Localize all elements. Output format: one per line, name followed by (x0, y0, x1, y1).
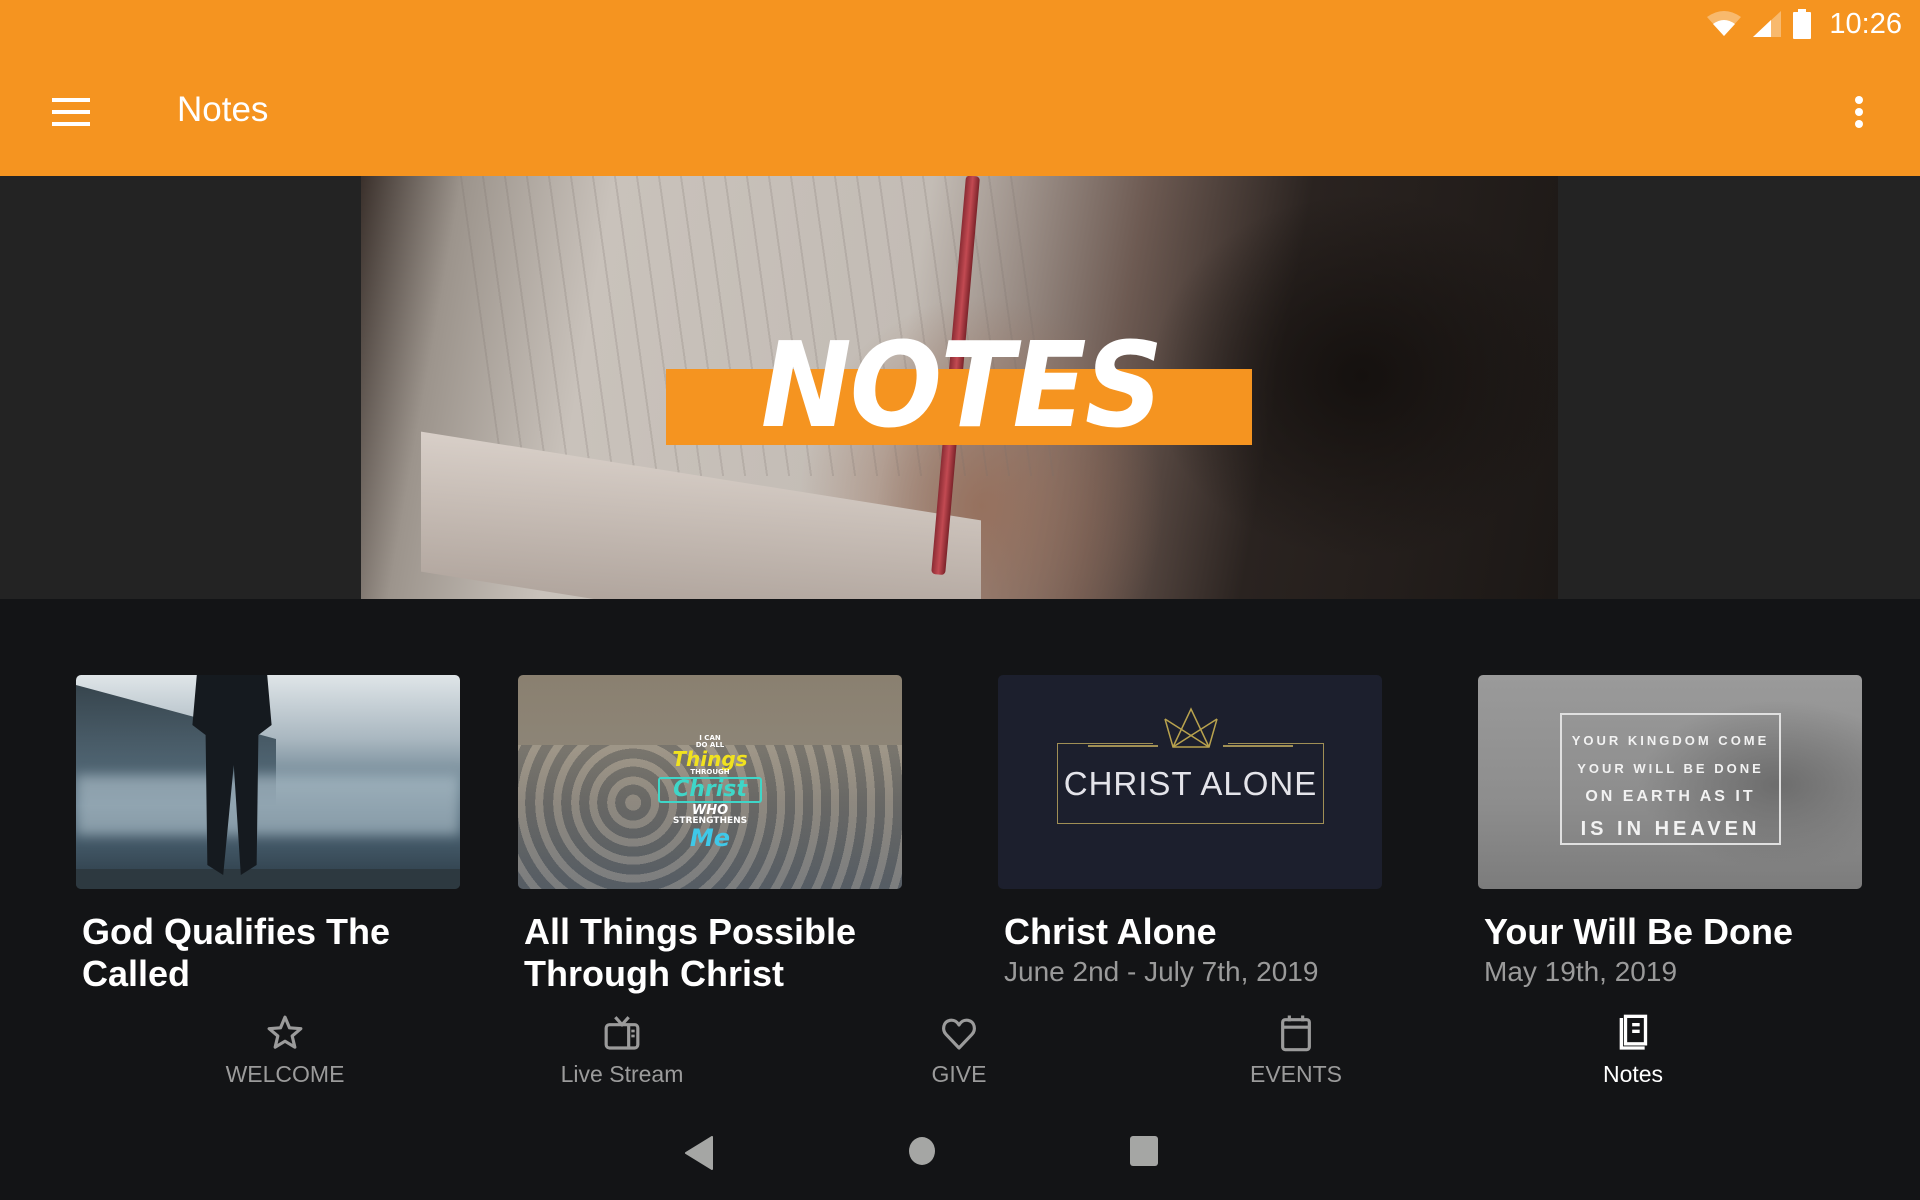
tv-icon (604, 1016, 640, 1050)
verse-line: THROUGH (690, 768, 730, 776)
cell-signal-icon (1753, 11, 1782, 37)
verse-graphic: I CAN DO ALL Things THROUGH Christ WHO S… (648, 735, 772, 850)
wifi-icon (1707, 11, 1742, 36)
series-date: May 19th, 2019 (1484, 956, 1678, 987)
verse-line: YOUR KINGDOM COME (1571, 733, 1770, 748)
series-card[interactable]: God Qualifies The Called (76, 675, 460, 995)
crown-icon (1164, 707, 1218, 748)
series-thumbnail: YOUR KINGDOM COME YOUR WILL BE DONE ON E… (1478, 675, 1862, 889)
series-card[interactable]: CHRIST ALONE Christ Alone June 2nd - Jul… (998, 675, 1382, 991)
app-bar: 10:26 Notes (0, 0, 1920, 176)
back-icon[interactable] (684, 1136, 714, 1170)
hero-image: NOTES (361, 176, 1558, 599)
nav-label: WELCOME (225, 1061, 345, 1087)
notebook-icon (1619, 1014, 1648, 1050)
nav-label: Live Stream (560, 1061, 684, 1087)
series-date: June 2nd - July 7th, 2019 (1004, 956, 1319, 987)
verse-line: Christ (658, 777, 762, 803)
recents-icon[interactable] (1130, 1136, 1158, 1166)
nav-item-welcome[interactable]: WELCOME (165, 1005, 405, 1105)
series-card[interactable]: I CAN DO ALL Things THROUGH Christ WHO S… (518, 675, 902, 995)
verse-line: Things (672, 747, 748, 771)
status-bar: 10:26 (1707, 6, 1902, 42)
system-nav-bar (0, 1110, 1920, 1200)
series-card[interactable]: YOUR KINGDOM COME YOUR WILL BE DONE ON E… (1478, 675, 1862, 991)
star-icon (267, 1015, 303, 1049)
hamburger-menu-icon[interactable] (52, 98, 90, 126)
verse-line: Me (689, 824, 731, 852)
nav-item-live-stream[interactable]: Live Stream (502, 1005, 742, 1105)
app-screen: 10:26 Notes NOTES God Qualifies The Call… (0, 0, 1920, 1200)
hero-section: NOTES (0, 176, 1920, 599)
series-thumbnail: CHRIST ALONE (998, 675, 1382, 889)
verse-graphic: YOUR KINGDOM COME YOUR WILL BE DONE ON E… (1560, 727, 1781, 847)
battery-icon (1793, 9, 1812, 39)
verse-line: ON EARTH AS IT (1585, 788, 1756, 805)
nav-item-notes[interactable]: Notes (1513, 1005, 1753, 1105)
thumbnail-text: CHRIST ALONE (1063, 765, 1318, 802)
more-vert-icon[interactable] (1852, 94, 1866, 134)
page-title: Notes (177, 90, 269, 129)
series-title: Your Will Be Done (1484, 911, 1794, 952)
heart-icon (942, 1018, 976, 1050)
hero-banner-text: NOTES (760, 316, 1163, 454)
nav-label: Notes (1602, 1061, 1664, 1087)
calendar-icon (1281, 1015, 1311, 1052)
bottom-nav: WELCOME Live Stream GIVE EVENTS Notes (0, 1005, 1920, 1105)
nav-item-events[interactable]: EVENTS (1176, 1005, 1416, 1105)
series-thumbnail (76, 675, 460, 889)
series-title: Christ Alone (1004, 911, 1217, 952)
series-thumbnail: I CAN DO ALL Things THROUGH Christ WHO S… (518, 675, 902, 889)
series-title: All Things Possible Through Christ (524, 911, 857, 994)
verse-line: IS IN HEAVEN (1580, 818, 1761, 840)
status-time: 10:26 (1829, 7, 1902, 40)
nav-label: GIVE (931, 1061, 987, 1087)
verse-line: YOUR WILL BE DONE (1577, 761, 1764, 776)
nav-item-give[interactable]: GIVE (839, 1005, 1079, 1105)
series-title: God Qualifies The Called (82, 911, 391, 994)
home-icon[interactable] (908, 1136, 936, 1166)
nav-label: EVENTS (1249, 1061, 1343, 1087)
